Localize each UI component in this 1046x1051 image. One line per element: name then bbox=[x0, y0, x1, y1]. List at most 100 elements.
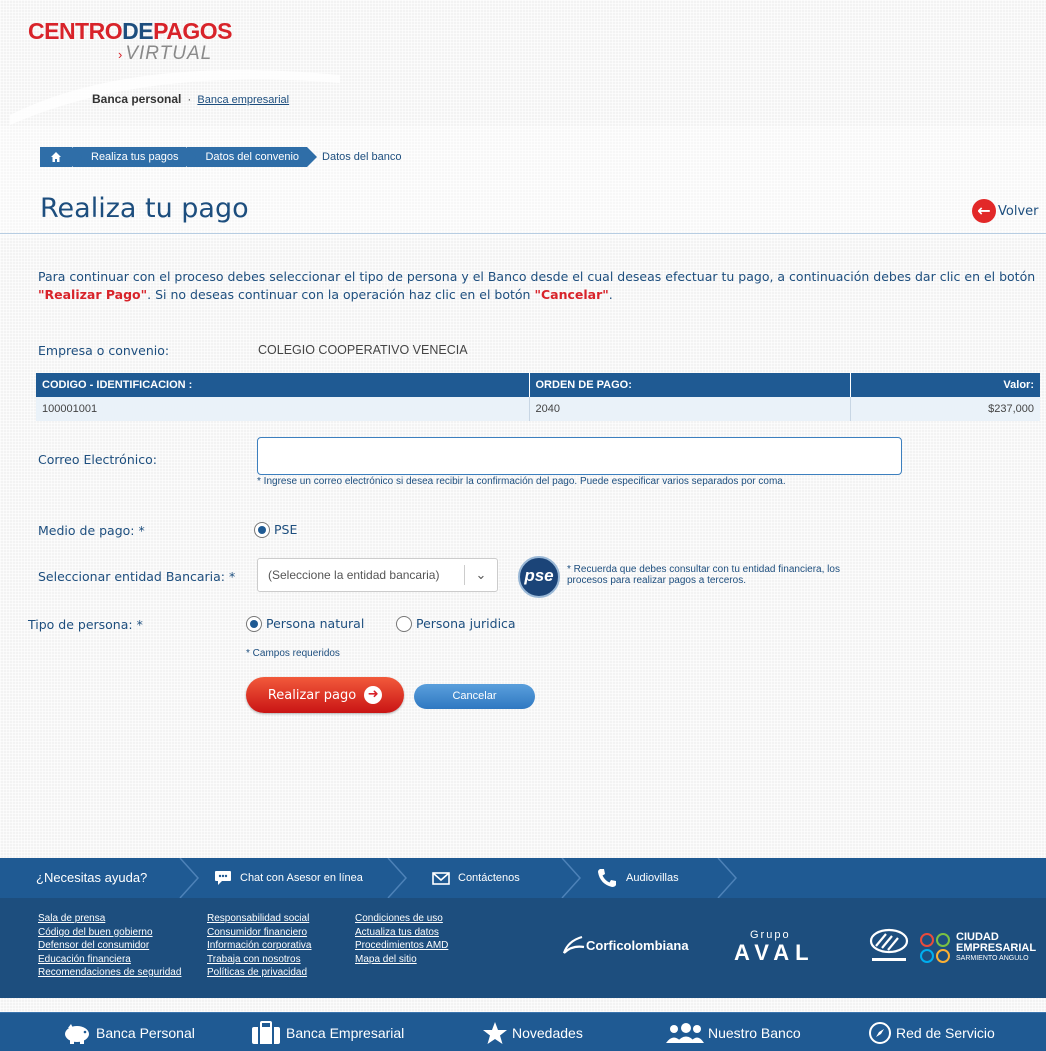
pay-button[interactable]: Realizar pago ➜ bbox=[246, 677, 404, 713]
breadcrumb-item-banco: Datos del banco bbox=[322, 151, 402, 163]
phone-icon bbox=[598, 869, 616, 887]
footer-link[interactable]: Código del buen gobierno bbox=[38, 926, 181, 940]
payment-method-pse-radio[interactable]: PSE bbox=[254, 521, 297, 538]
nav-banca-empresarial-footer[interactable]: Banca Empresarial bbox=[250, 1013, 404, 1051]
chat-label: Chat con Asesor en línea bbox=[240, 872, 363, 884]
pse-note: * Recuerda que debes consultar con tu en… bbox=[567, 564, 840, 586]
centrodepagos-logo[interactable]: CENTRODEPAGOS › VIRTUAL bbox=[28, 18, 268, 78]
ath-logo-icon[interactable] bbox=[866, 926, 912, 964]
chevron-down-icon: ⌄ bbox=[475, 567, 487, 582]
chat-link[interactable]: Chat con Asesor en línea bbox=[214, 858, 363, 898]
footer-link[interactable]: Recomendaciones de seguridad bbox=[38, 966, 181, 980]
arrow-right-icon: ➜ bbox=[364, 686, 383, 704]
corficolombiana-text: Corficolombiana bbox=[586, 937, 689, 953]
nav-label: Banca Empresarial bbox=[286, 1024, 405, 1041]
footer-link[interactable]: Condiciones de uso bbox=[355, 912, 448, 926]
bottom-nav: Banca Personal Banca Empresarial Novedad… bbox=[0, 1012, 1046, 1051]
col-valor-header: Valor: bbox=[850, 373, 1040, 397]
star-icon bbox=[483, 1021, 507, 1044]
person-juridica-label: Persona juridica bbox=[416, 616, 516, 631]
breadcrumb-item-convenio[interactable]: Datos del convenio bbox=[187, 147, 317, 167]
breadcrumb-item-realiza[interactable]: Realiza tus pagos bbox=[73, 147, 197, 167]
intro-highlight-pay: "Realizar Pago" bbox=[38, 287, 148, 302]
nav-banca-personal-footer[interactable]: Banca Personal bbox=[62, 1013, 195, 1051]
payment-table: CODIGO - IDENTIFICACION : ORDEN DE PAGO:… bbox=[36, 373, 1040, 421]
footer-links-col-1: Sala de prensa Código del buen gobierno … bbox=[38, 912, 181, 980]
contact-label: Contáctenos bbox=[458, 872, 520, 884]
briefcase-icon bbox=[252, 1020, 280, 1044]
piggy-bank-icon bbox=[65, 1023, 89, 1044]
radio-selected-icon bbox=[246, 615, 262, 632]
email-field[interactable] bbox=[257, 437, 902, 475]
footer-links-col-2: Responsabilidad social Consumidor financ… bbox=[207, 912, 312, 980]
footer-links-col-3: Condiciones de uso Actualiza tus datos P… bbox=[355, 912, 448, 966]
empresa-label: Empresa o convenio: bbox=[38, 343, 170, 358]
nav-label: Banca Personal bbox=[96, 1024, 195, 1041]
help-bar-chevron-divider bbox=[179, 858, 200, 898]
back-label: Volver bbox=[998, 203, 1039, 219]
nav-novedades-footer[interactable]: Novedades bbox=[482, 1013, 583, 1051]
sarmiento-text: SARMIENTO ANGULO bbox=[956, 955, 1029, 962]
nav-banca-personal[interactable]: Banca personal bbox=[92, 92, 181, 106]
table-row: 100001001 2040 $237,000 bbox=[36, 397, 1040, 421]
envelope-icon bbox=[432, 871, 450, 885]
audiovillas-label: Audiovillas bbox=[626, 872, 679, 884]
footer-link[interactable]: Responsabilidad social bbox=[207, 912, 312, 926]
contact-link[interactable]: Contáctenos bbox=[432, 858, 520, 898]
page-title: Realiza tu pago bbox=[40, 193, 249, 224]
logo-text-de: DE bbox=[122, 18, 154, 44]
nav-banca-empresarial[interactable]: Banca empresarial bbox=[197, 94, 289, 106]
top-nav: Banca personal · Banca empresarial bbox=[92, 92, 289, 106]
person-natural-label: Persona natural bbox=[266, 616, 365, 631]
footer-link[interactable]: Sala de prensa bbox=[38, 912, 181, 926]
intro-highlight-cancel: "Cancelar" bbox=[534, 287, 609, 302]
back-arrow-icon: ← bbox=[972, 199, 996, 223]
nav-nuestro-banco-footer[interactable]: Nuestro Banco bbox=[664, 1013, 801, 1051]
breadcrumb: Realiza tus pagos Datos del convenio Dat… bbox=[40, 147, 411, 167]
col-orden-header: ORDEN DE PAGO: bbox=[529, 373, 851, 397]
bank-select[interactable]: (Seleccione la entidad bancaria) ⌄ bbox=[257, 558, 498, 592]
footer-link[interactable]: Actualiza tus datos bbox=[355, 926, 448, 940]
corficolombiana-logo[interactable]: Corficolombiana bbox=[562, 935, 689, 955]
audiovillas-link[interactable]: Audiovillas bbox=[596, 858, 679, 898]
footer-link[interactable]: Trabaja con nosotros bbox=[207, 953, 312, 967]
logo-text-virtual: VIRTUAL bbox=[125, 43, 213, 64]
footer-link[interactable]: Información corporativa bbox=[207, 939, 312, 953]
footer-link[interactable]: Políticas de privacidad bbox=[207, 966, 312, 980]
bank-select-value: (Seleccione la entidad bancaria) bbox=[268, 568, 440, 582]
nav-label: Red de Servicio bbox=[896, 1024, 995, 1041]
help-bar-chevron-divider bbox=[387, 858, 408, 898]
nav-red-servicio-footer[interactable]: Red de Servicio bbox=[868, 1013, 995, 1051]
footer-link[interactable]: Consumidor financiero bbox=[207, 926, 312, 940]
person-type-juridica-radio[interactable]: Persona juridica bbox=[396, 615, 516, 632]
pse-logo: pse bbox=[518, 556, 560, 598]
email-label: Correo Electrónico: bbox=[38, 452, 157, 467]
cell-orden: 2040 bbox=[529, 397, 851, 421]
footer-link[interactable]: Defensor del consumidor bbox=[38, 939, 181, 953]
logo-arrow-icon: › bbox=[118, 47, 124, 62]
ciudad-empresarial-logo[interactable]: CIUDAD EMPRESARIAL SARMIENTO ANGULO bbox=[920, 932, 1036, 963]
help-bar-chevron-divider bbox=[717, 858, 738, 898]
intro-part-2: . Si no deseas continuar con la operació… bbox=[147, 287, 535, 302]
back-button[interactable]: ← Volver bbox=[972, 199, 1039, 223]
footer-link[interactable]: Educación financiera bbox=[38, 953, 181, 967]
cell-codigo: 100001001 bbox=[36, 397, 530, 421]
chat-bubble-icon bbox=[215, 871, 231, 885]
breadcrumb-home[interactable] bbox=[40, 147, 82, 167]
required-fields-note: * Campos requeridos bbox=[246, 648, 340, 659]
email-hint: * Ingrese un correo electrónico si desea… bbox=[257, 476, 786, 487]
cancel-button[interactable]: Cancelar bbox=[414, 684, 535, 709]
person-type-natural-radio[interactable]: Persona natural bbox=[246, 615, 364, 632]
compass-icon bbox=[869, 1021, 891, 1044]
title-divider bbox=[0, 233, 1046, 234]
pse-option-label: PSE bbox=[274, 522, 298, 537]
cell-valor: $237,000 bbox=[850, 397, 1040, 421]
grupo-aval-logo[interactable]: Grupo AVAL bbox=[734, 930, 815, 965]
footer-link[interactable]: Procedimientos AMD bbox=[355, 939, 448, 953]
logo-text-pagos: PAGOS bbox=[153, 18, 232, 44]
footer-link[interactable]: Mapa del sitio bbox=[355, 953, 448, 967]
payment-method-label: Medio de pago: * bbox=[38, 523, 145, 538]
bank-select-label: Seleccionar entidad Bancaria: * bbox=[38, 569, 236, 584]
radio-selected-icon bbox=[254, 521, 270, 538]
empresarial-text: EMPRESARIAL bbox=[956, 942, 1037, 954]
